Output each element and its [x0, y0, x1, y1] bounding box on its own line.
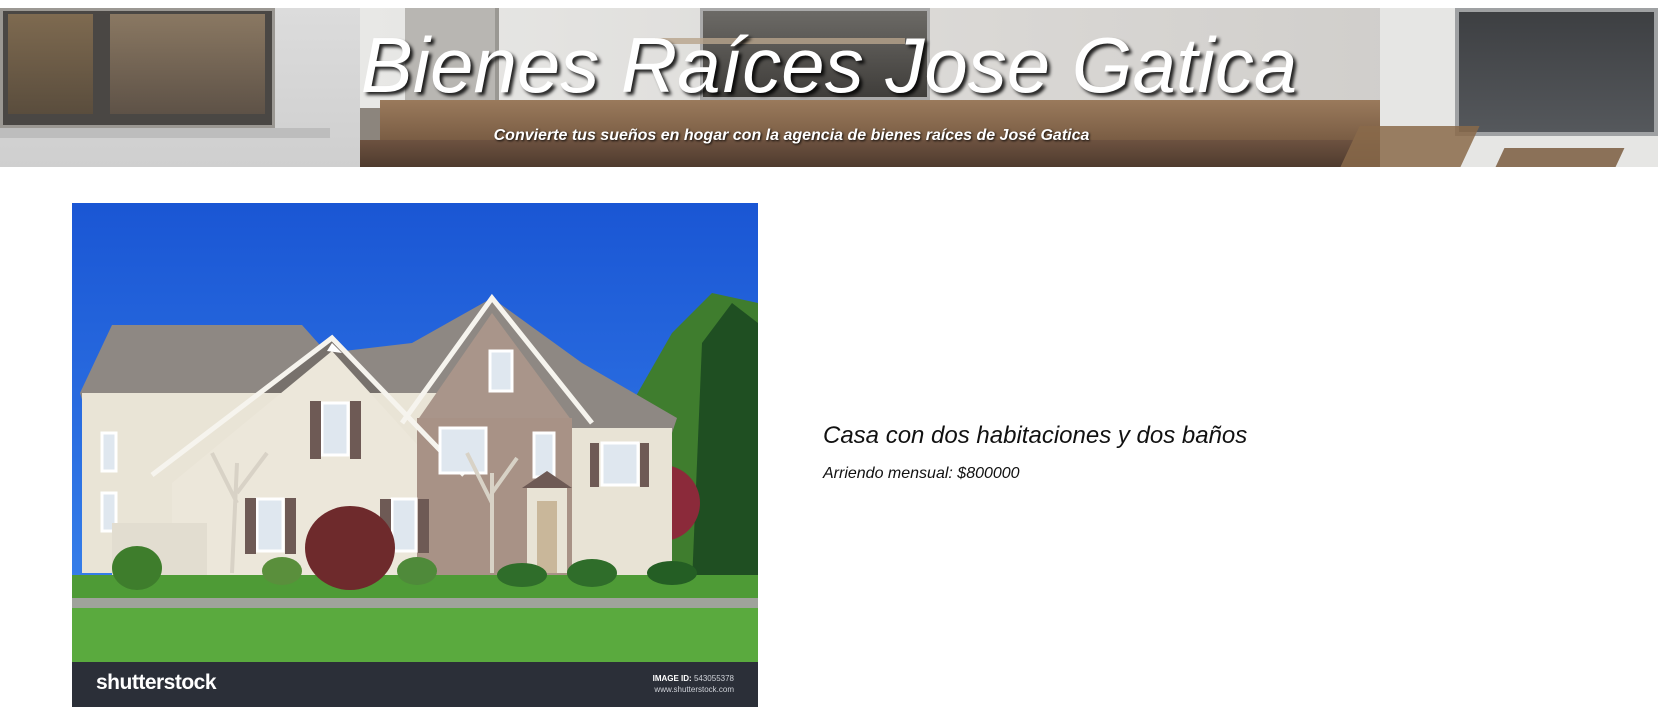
- photo-watermark-id: IMAGE ID: 543055378 www.shutterstock.com: [653, 673, 734, 695]
- photo-id-label: IMAGE ID:: [652, 674, 692, 683]
- listing-info: Casa con dos habitaciones y dos baños Ar…: [823, 420, 1603, 484]
- photo-site: www.shutterstock.com: [654, 685, 734, 694]
- listing-price: Arriendo mensual: $800000: [823, 465, 1020, 482]
- listing-title: Casa con dos habitaciones y dos baños: [823, 422, 1248, 449]
- house-illustration: [72, 203, 758, 662]
- site-subtitle: Convierte tus sueños en hogar con la age…: [493, 127, 1090, 144]
- photo-watermark-brand: shutterstock: [96, 671, 217, 694]
- hero-banner: Bienes Raíces Jose Gatica Convierte tus …: [0, 8, 1658, 167]
- hero-background-chair: [1495, 148, 1625, 167]
- photo-watermark-bar: shutterstock IMAGE ID: 543055378 www.shu…: [72, 662, 758, 707]
- listing-photo: shutterstock IMAGE ID: 543055378 www.shu…: [72, 203, 758, 707]
- photo-id-value: 543055378: [693, 674, 734, 683]
- site-title: Bienes Raíces Jose Gatica: [360, 21, 1298, 109]
